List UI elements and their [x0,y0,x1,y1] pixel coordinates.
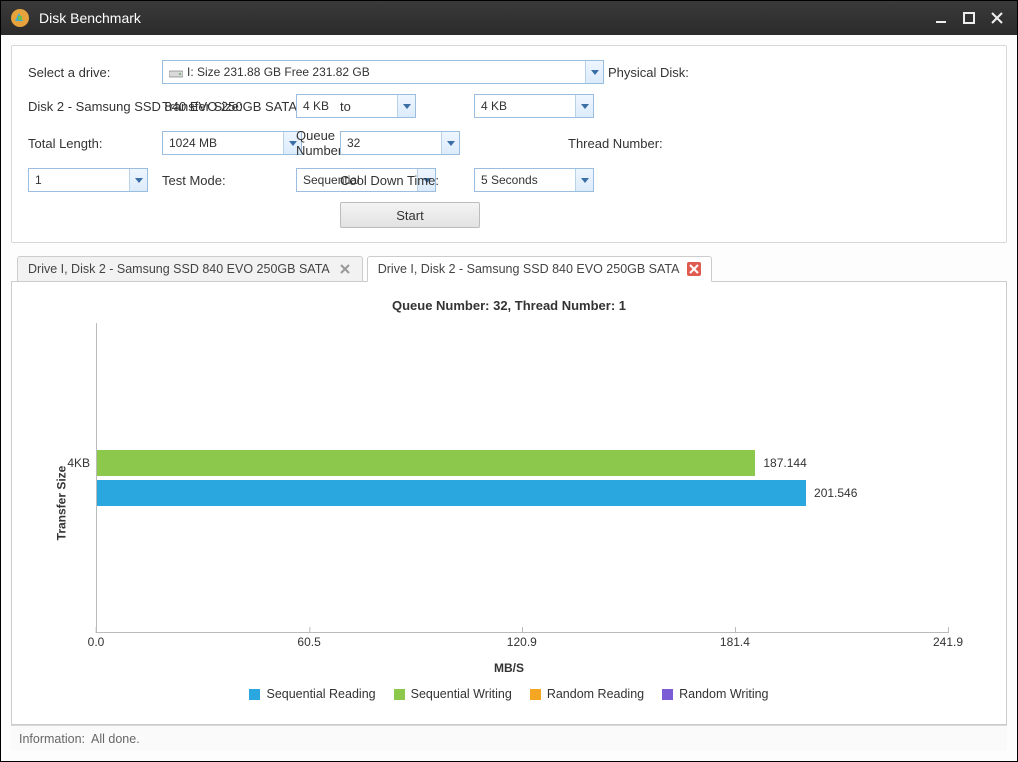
legend-label: Sequential Writing [411,687,512,701]
maximize-button[interactable] [957,6,981,30]
legend-label: Random Reading [547,687,644,701]
drive-select[interactable]: I: Size 231.88 GB Free 231.82 GB [162,60,604,84]
chart-bar-label: 201.546 [814,486,857,500]
close-button[interactable] [985,6,1009,30]
chevron-down-icon [575,169,593,191]
chart-xticks: 0.060.5120.9181.4241.9 [96,635,948,663]
chart-ycategory: 4KB [56,456,90,470]
window-title: Disk Benchmark [39,10,925,26]
legend-swatch [662,689,673,700]
chart-bar-label: 187.144 [763,456,806,470]
tab-close-icon[interactable] [338,262,352,276]
tab-label: Drive I, Disk 2 - Samsung SSD 840 EVO 25… [28,262,330,276]
cool-down-select[interactable]: 5 Seconds [474,168,594,192]
chevron-down-icon [575,95,593,117]
minimize-button[interactable] [929,6,953,30]
chart-xtick: 241.9 [933,635,963,649]
chart: Queue Number: 32, Thread Number: 1 Trans… [12,282,1006,724]
chart-xtick: 120.9 [507,635,537,649]
thread-number-select[interactable]: 1 [28,168,148,192]
legend-item: Random Reading [530,687,644,701]
label-select-drive: Select a drive: [28,65,158,80]
tab-result-2[interactable]: Drive I, Disk 2 - Samsung SSD 840 EVO 25… [367,256,713,282]
app-window: Disk Benchmark Select a drive: I: Size 2… [0,0,1018,762]
label-queue-number: Queue Number: [296,128,336,158]
label-thread-number: Thread Number: [568,136,748,151]
label-cool-down: Cool Down Time: [340,173,470,188]
total-length-select[interactable]: 1024 MB [162,131,302,155]
label-physical-disk: Physical Disk: [608,65,748,80]
chart-xtick: 60.5 [297,635,320,649]
tab-bar: Drive I, Disk 2 - Samsung SSD 840 EVO 25… [11,255,1007,281]
physical-disk-value: Disk 2 - Samsung SSD 840 EVO 250GB SATA [28,99,158,114]
transfer-to-select[interactable]: 4 KB [474,94,594,118]
chart-bar [97,480,806,506]
legend-item: Sequential Reading [249,687,375,701]
chart-legend: Sequential Reading Sequential Writing Rand… [30,687,988,701]
chart-xtick: 181.4 [720,635,750,649]
chart-bar [97,450,755,476]
tab-content: Queue Number: 32, Thread Number: 1 Trans… [11,281,1007,725]
label-total-length: Total Length: [28,136,158,151]
legend-swatch [394,689,405,700]
drive-select-value: I: Size 231.88 GB Free 231.82 GB [187,65,370,79]
titlebar: Disk Benchmark [1,1,1017,35]
chevron-down-icon [441,132,459,154]
chart-plot: 187.144201.546 0.060.5120.9181.4241.9 [96,313,948,663]
app-body: Select a drive: I: Size 231.88 GB Free 2… [1,35,1017,761]
app-icon [9,7,31,29]
chart-plot-area: 187.144 201.546 [96,323,948,633]
status-label: Information: [19,732,85,746]
tab-result-1[interactable]: Drive I, Disk 2 - Samsung SSD 840 EVO 25… [17,256,363,282]
tab-label: Drive I, Disk 2 - Samsung SSD 840 EVO 25… [378,262,680,276]
legend-item: Sequential Writing [394,687,512,701]
chart-title: Queue Number: 32, Thread Number: 1 [30,298,988,313]
drive-icon [169,67,183,77]
legend-swatch [249,689,260,700]
chevron-down-icon [585,61,603,83]
label-test-mode: Test Mode: [162,173,292,188]
legend-label: Random Writing [679,687,768,701]
config-panel: Select a drive: I: Size 231.88 GB Free 2… [11,45,1007,243]
chart-xtick: 0.0 [88,635,105,649]
status-bar: Information: All done. [11,725,1007,751]
start-button[interactable]: Start [340,202,480,228]
queue-number-select[interactable]: 32 [340,131,460,155]
label-transfer-size: Transfer Size: [162,99,292,114]
legend-label: Sequential Reading [266,687,375,701]
label-to: to [340,99,470,114]
status-text: All done. [91,732,140,746]
tab-close-icon[interactable] [687,262,701,276]
legend-item: Random Writing [662,687,768,701]
chevron-down-icon [129,169,147,191]
chart-xlabel: MB/S [30,661,988,675]
chart-ylabel: Transfer Size [54,466,68,541]
legend-swatch [530,689,541,700]
